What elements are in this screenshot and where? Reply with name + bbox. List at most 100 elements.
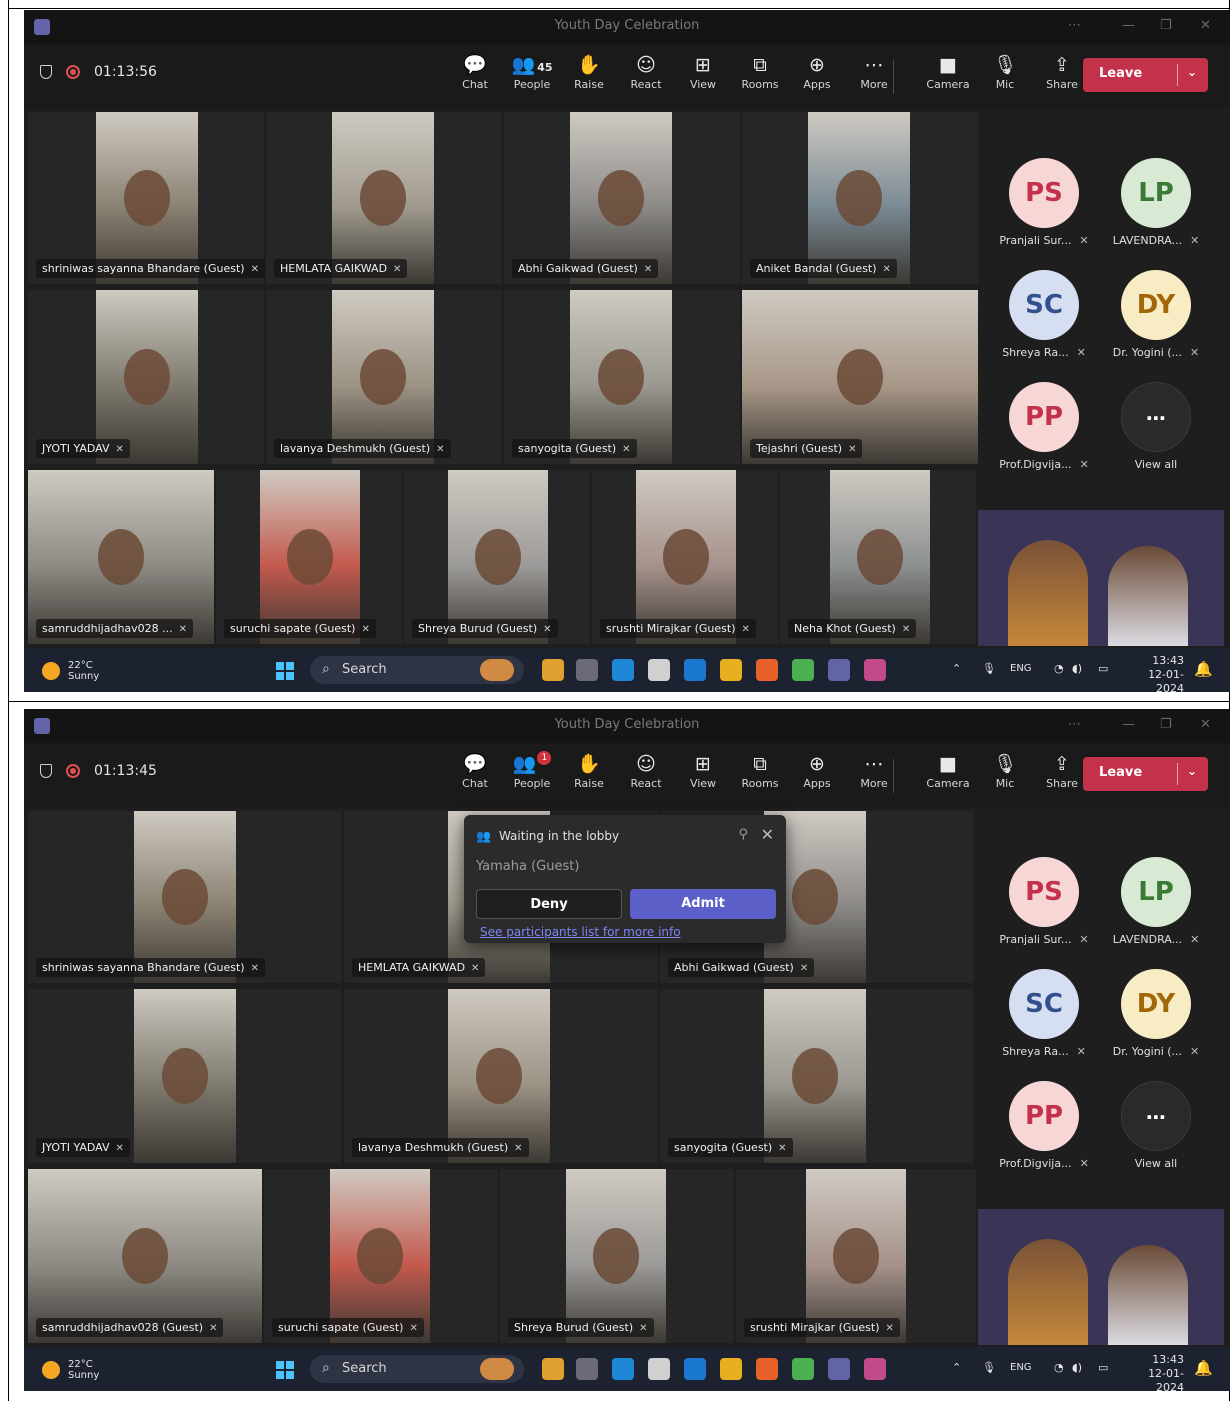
participant-tile[interactable]: srushti Mirajkar (Guest) ✕ (592, 470, 778, 644)
view-button[interactable]: ⊞ View (676, 52, 730, 91)
chat-button[interactable]: 💬 Chat (448, 751, 502, 790)
apps-button[interactable]: ⊕ Apps (790, 52, 844, 91)
participant-tile[interactable]: sanyogita (Guest) ✕ (504, 290, 740, 464)
show-hidden-icons-icon[interactable]: ⌃ (952, 1361, 961, 1374)
participant-tile[interactable]: JYOTI YADAV ✕ (28, 989, 342, 1163)
raise-button[interactable]: ✋ Raise (562, 52, 616, 91)
react-button[interactable]: ☺ React (619, 52, 673, 91)
camera-button[interactable]: ■ Camera (921, 751, 975, 790)
participant-avatar[interactable]: PP (1009, 382, 1079, 452)
react-button[interactable]: ☺ React (619, 751, 673, 790)
share-button[interactable]: ⇪ Share (1035, 751, 1089, 790)
window-options-icon[interactable]: ⋯ (1068, 18, 1081, 33)
microphone-icon[interactable]: 🎙 (982, 662, 996, 675)
taskbar-app-icon[interactable] (720, 1358, 742, 1380)
mic-button[interactable]: 🎙 Mic (978, 52, 1032, 91)
people-button[interactable]: 👥 45 People (505, 52, 559, 91)
notification-bell-icon[interactable]: 🔔 (1194, 1359, 1213, 1377)
participants-list-link[interactable]: See participants list for more info (480, 925, 681, 939)
participant-tile[interactable]: sanyogita (Guest) ✕ (660, 989, 974, 1163)
taskbar-app-icon[interactable] (828, 659, 850, 681)
participant-tile[interactable]: Shreya Burud (Guest) ✕ (500, 1169, 734, 1343)
participant-tile[interactable]: Neha Khot (Guest) ✕ (780, 470, 976, 644)
notification-bell-icon[interactable]: 🔔 (1194, 660, 1213, 678)
leave-button[interactable]: Leave ⌄ (1083, 58, 1208, 92)
participant-avatar[interactable]: LP (1121, 158, 1191, 228)
taskbar-app-icon[interactable] (648, 1358, 670, 1380)
microphone-icon[interactable]: 🎙 (982, 1361, 996, 1374)
participant-tile[interactable]: HEMLATA GAIKWAD ✕ (266, 112, 502, 284)
pin-icon[interactable]: ⚲ (738, 827, 748, 842)
participant-tile[interactable]: JYOTI YADAV ✕ (28, 290, 264, 464)
participant-tile[interactable]: suruchi sapate (Guest) ✕ (264, 1169, 498, 1343)
share-button[interactable]: ⇪ Share (1035, 52, 1089, 91)
participant-avatar[interactable]: LP (1121, 857, 1191, 927)
taskbar-app-icon[interactable] (864, 659, 886, 681)
view-all-button[interactable]: ⋯ (1121, 1081, 1191, 1151)
participant-avatar[interactable]: SC (1009, 969, 1079, 1039)
windows-start-icon[interactable] (276, 1361, 294, 1379)
taskbar-app-icon[interactable] (792, 1358, 814, 1380)
view-button[interactable]: ⊞ View (676, 751, 730, 790)
search-highlight-icon[interactable] (480, 1358, 514, 1380)
minimize-icon[interactable]: — (1122, 717, 1135, 732)
volume-icon[interactable]: ◖) (1072, 662, 1082, 675)
rooms-button[interactable]: ⧉ Rooms (733, 52, 787, 91)
participant-tile[interactable]: samruddhijadhav028 (Guest) ✕ (28, 1169, 262, 1343)
search-highlight-icon[interactable] (480, 659, 514, 681)
view-all-button[interactable]: ⋯ (1121, 382, 1191, 452)
participant-tile[interactable]: Shreya Burud (Guest) ✕ (404, 470, 590, 644)
language-indicator[interactable]: ENG (1010, 1362, 1032, 1373)
participant-tile[interactable]: samruddhijadhav028 ... ✕ (28, 470, 214, 644)
maximize-icon[interactable]: ❐ (1160, 717, 1172, 732)
taskbar-clock[interactable]: 13:43 12-01-2024 (1126, 1353, 1184, 1391)
participant-tile[interactable]: Tejashri (Guest) ✕ (742, 290, 978, 464)
battery-icon[interactable]: ▭ (1098, 1361, 1108, 1374)
wifi-icon[interactable]: ◔ (1054, 1361, 1064, 1374)
taskbar-app-icon[interactable] (720, 659, 742, 681)
raise-button[interactable]: ✋ Raise (562, 751, 616, 790)
participant-tile[interactable]: lavanya Deshmukh (Guest) ✕ (266, 290, 502, 464)
participant-tile[interactable]: srushti Mirajkar (Guest) ✕ (736, 1169, 976, 1343)
taskbar-app-icon[interactable] (684, 659, 706, 681)
leave-button[interactable]: Leave ⌄ (1083, 757, 1208, 791)
taskbar-app-icon[interactable] (576, 1358, 598, 1380)
taskbar-app-icon[interactable] (648, 659, 670, 681)
taskbar-app-icon[interactable] (828, 1358, 850, 1380)
close-window-icon[interactable]: ✕ (1200, 717, 1211, 732)
chevron-down-icon[interactable]: ⌄ (1187, 764, 1197, 778)
taskbar-app-icon[interactable] (612, 659, 634, 681)
participant-avatar[interactable]: PS (1009, 158, 1079, 228)
participant-tile[interactable]: Aniket Bandal (Guest) ✕ (742, 112, 978, 284)
window-options-icon[interactable]: ⋯ (1068, 717, 1081, 732)
participant-avatar[interactable]: PS (1009, 857, 1079, 927)
participant-avatar[interactable]: DY (1121, 270, 1191, 340)
taskbar-app-icon[interactable] (684, 1358, 706, 1380)
taskbar-app-icon[interactable] (542, 1358, 564, 1380)
participant-tile[interactable]: shriniwas sayanna Bhandare (Guest) ✕ (28, 112, 265, 284)
taskbar-app-icon[interactable] (576, 659, 598, 681)
mic-button[interactable]: 🎙 Mic (978, 751, 1032, 790)
participant-tile[interactable]: suruchi sapate (Guest) ✕ (216, 470, 402, 644)
camera-button[interactable]: ■ Camera (921, 52, 975, 91)
taskbar-app-icon[interactable] (612, 1358, 634, 1380)
chat-button[interactable]: 💬 Chat (448, 52, 502, 91)
rooms-button[interactable]: ⧉ Rooms (733, 751, 787, 790)
participant-tile[interactable]: shriniwas sayanna Bhandare (Guest) ✕ (28, 811, 342, 983)
weather-widget[interactable]: 22°C Sunny (42, 1359, 99, 1381)
participant-tile[interactable]: Abhi Gaikwad (Guest) ✕ (504, 112, 740, 284)
close-icon[interactable]: ✕ (761, 825, 774, 844)
deny-button[interactable]: Deny (476, 889, 622, 919)
weather-widget[interactable]: 22°C Sunny (42, 660, 99, 682)
taskbar-clock[interactable]: 13:43 12-01-2024 (1126, 654, 1184, 692)
windows-start-icon[interactable] (276, 662, 294, 680)
taskbar-app-icon[interactable] (792, 659, 814, 681)
taskbar-app-icon[interactable] (542, 659, 564, 681)
apps-button[interactable]: ⊕ Apps (790, 751, 844, 790)
battery-icon[interactable]: ▭ (1098, 662, 1108, 675)
participant-avatar[interactable]: PP (1009, 1081, 1079, 1151)
people-button[interactable]: 👥 1 People (505, 751, 559, 790)
volume-icon[interactable]: ◖) (1072, 1361, 1082, 1374)
minimize-icon[interactable]: — (1122, 18, 1135, 33)
wifi-icon[interactable]: ◔ (1054, 662, 1064, 675)
